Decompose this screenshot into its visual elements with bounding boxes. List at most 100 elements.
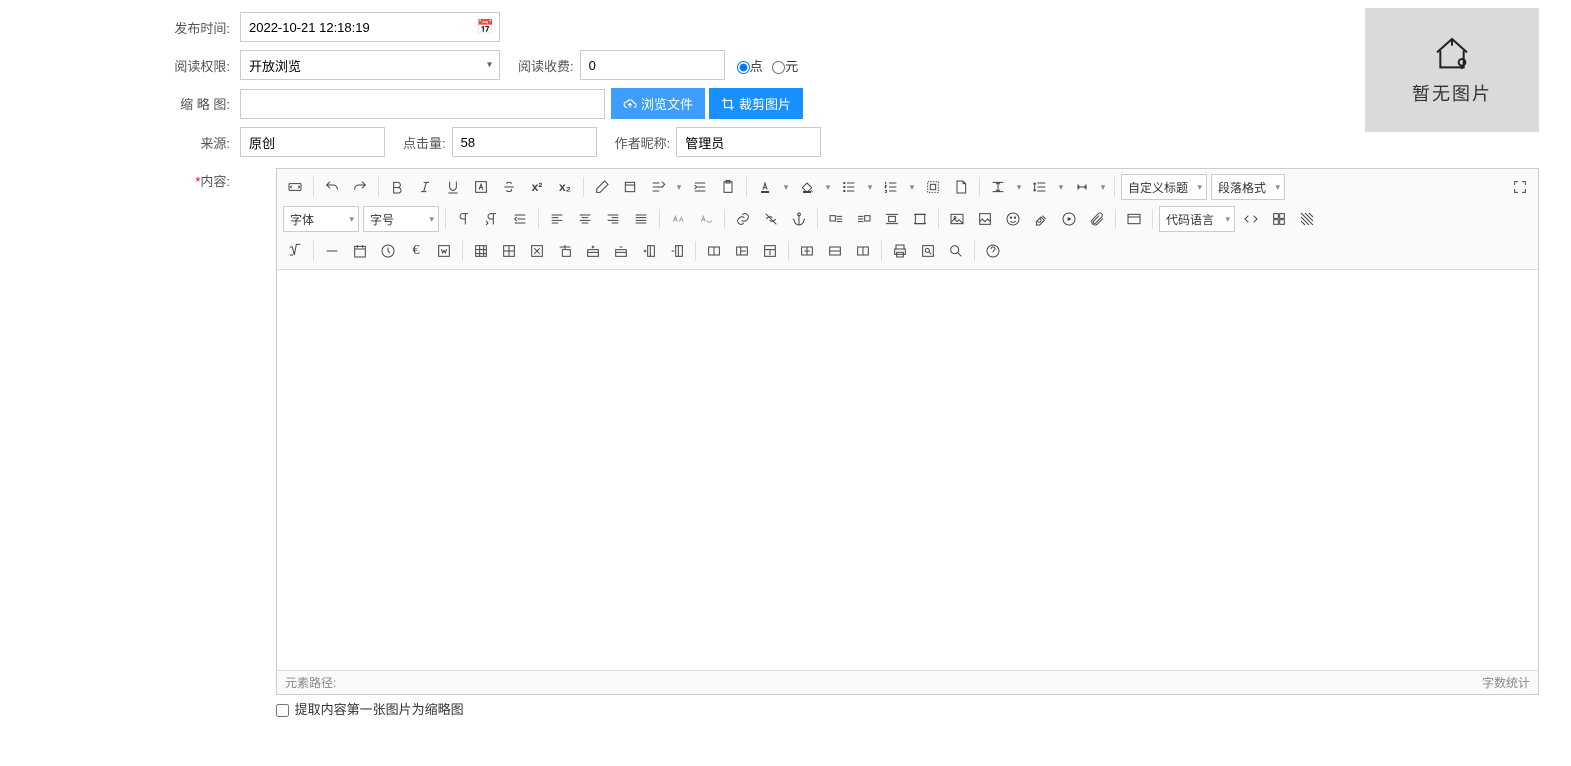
italic-icon[interactable] [412,174,438,200]
blank-doc-icon[interactable] [948,174,974,200]
split-rows-icon[interactable] [822,238,848,264]
attachment-icon[interactable] [1084,206,1110,232]
help-icon[interactable] [980,238,1006,264]
insert-parag-before-icon[interactable] [552,238,578,264]
author-input[interactable] [676,127,821,157]
ltr-icon[interactable] [451,206,477,232]
delete-table-icon[interactable] [524,238,550,264]
time-icon[interactable] [375,238,401,264]
letter-spacing-icon[interactable] [1069,174,1095,200]
radio-point-label[interactable]: 点 [737,59,763,74]
row-spacing-icon[interactable] [985,174,1011,200]
merge-cells-icon[interactable] [701,238,727,264]
paste-icon[interactable] [715,174,741,200]
paragraph-format-select[interactable]: 段落格式▾ [1211,174,1285,200]
image-center-icon[interactable] [879,206,905,232]
redo-icon[interactable] [347,174,373,200]
radio-yuan-label[interactable]: 元 [772,59,798,74]
dropdown-icon[interactable]: ▾ [672,182,686,193]
delete-col-icon[interactable] [664,238,690,264]
dropdown-icon[interactable]: ▾ [1096,182,1110,193]
outdent-icon[interactable] [507,206,533,232]
fullscreen-icon[interactable] [1507,174,1533,200]
word-import-icon[interactable] [431,238,457,264]
source-code-icon[interactable] [282,174,308,200]
split-cols-icon[interactable] [850,238,876,264]
element-path[interactable]: 元素路径: [285,674,336,691]
browse-file-button[interactable]: 浏览文件 [611,88,705,119]
read-permission-select[interactable] [240,50,500,80]
extract-first-image-label[interactable]: 提取内容第一张图片为缩略图 [276,702,464,717]
dropdown-icon[interactable]: ▾ [1012,182,1026,193]
ordered-list-icon[interactable] [878,174,904,200]
search-replace-icon[interactable] [943,238,969,264]
insert-image-icon[interactable] [944,206,970,232]
touppercase-icon[interactable] [665,206,691,232]
strikethrough-icon[interactable] [496,174,522,200]
thumbnail-input[interactable] [240,89,605,119]
code-block-icon[interactable] [1238,206,1264,232]
background-icon[interactable] [1294,206,1320,232]
backcolor-icon[interactable] [794,174,820,200]
dropdown-icon[interactable]: ▾ [905,182,919,193]
tolowercase-icon[interactable] [693,206,719,232]
fontborder-icon[interactable] [468,174,494,200]
indent-icon[interactable] [687,174,713,200]
custom-title-select[interactable]: 自定义标题▾ [1121,174,1207,200]
autotypeset-icon[interactable] [645,174,671,200]
align-right-icon[interactable] [600,206,626,232]
split-cells-icon[interactable] [794,238,820,264]
word-count[interactable]: 字数统计 [1482,674,1530,691]
unlink-icon[interactable] [758,206,784,232]
image-left-icon[interactable] [823,206,849,232]
single-image-icon[interactable] [972,206,998,232]
publish-time-input[interactable] [240,12,500,42]
delete-row-icon[interactable] [608,238,634,264]
special-char-icon[interactable]: € [403,238,429,264]
font-size-select[interactable]: 字号▾ [363,206,439,232]
unordered-list-icon[interactable] [836,174,862,200]
rtl-icon[interactable] [479,206,505,232]
crop-image-button[interactable]: 裁剪图片 [709,88,803,119]
insert-frame-icon[interactable] [1121,206,1147,232]
format-clear-icon[interactable] [617,174,643,200]
eraser-icon[interactable] [589,174,615,200]
read-fee-input[interactable] [580,50,725,80]
merge-right-icon[interactable] [729,238,755,264]
hr-icon[interactable] [319,238,345,264]
image-none-icon[interactable] [907,206,933,232]
emoji-icon[interactable] [1000,206,1026,232]
font-family-select[interactable]: 字体▾ [283,206,359,232]
insert-row-icon[interactable] [580,238,606,264]
merge-down-icon[interactable] [757,238,783,264]
preview-icon[interactable] [915,238,941,264]
superscript-icon[interactable]: x² [524,174,550,200]
dropdown-icon[interactable]: ▾ [779,182,793,193]
bold-icon[interactable] [384,174,410,200]
table-icon[interactable] [468,238,494,264]
anchor-icon[interactable] [786,206,812,232]
insert-col-icon[interactable] [636,238,662,264]
editor-content-area[interactable] [277,270,1538,670]
dropdown-icon[interactable]: ▾ [863,182,877,193]
fontcolor-icon[interactable] [752,174,778,200]
extract-first-image-checkbox[interactable] [276,704,289,717]
code-language-select[interactable]: 代码语言▾ [1159,206,1235,232]
radio-yuan[interactable] [772,61,785,74]
print-icon[interactable] [887,238,913,264]
line-height-icon[interactable] [1027,174,1053,200]
image-right-icon[interactable] [851,206,877,232]
video-icon[interactable] [1056,206,1082,232]
dropdown-icon[interactable]: ▾ [821,182,835,193]
undo-icon[interactable] [319,174,345,200]
underline-icon[interactable] [440,174,466,200]
subscript-icon[interactable]: x₂ [552,174,578,200]
align-justify-icon[interactable] [628,206,654,232]
radio-point[interactable] [737,61,750,74]
hits-input[interactable] [452,127,597,157]
source-input[interactable] [240,127,385,157]
table2-icon[interactable] [496,238,522,264]
formula-icon[interactable] [282,238,308,264]
link-icon[interactable] [730,206,756,232]
dropdown-icon[interactable]: ▾ [1054,182,1068,193]
